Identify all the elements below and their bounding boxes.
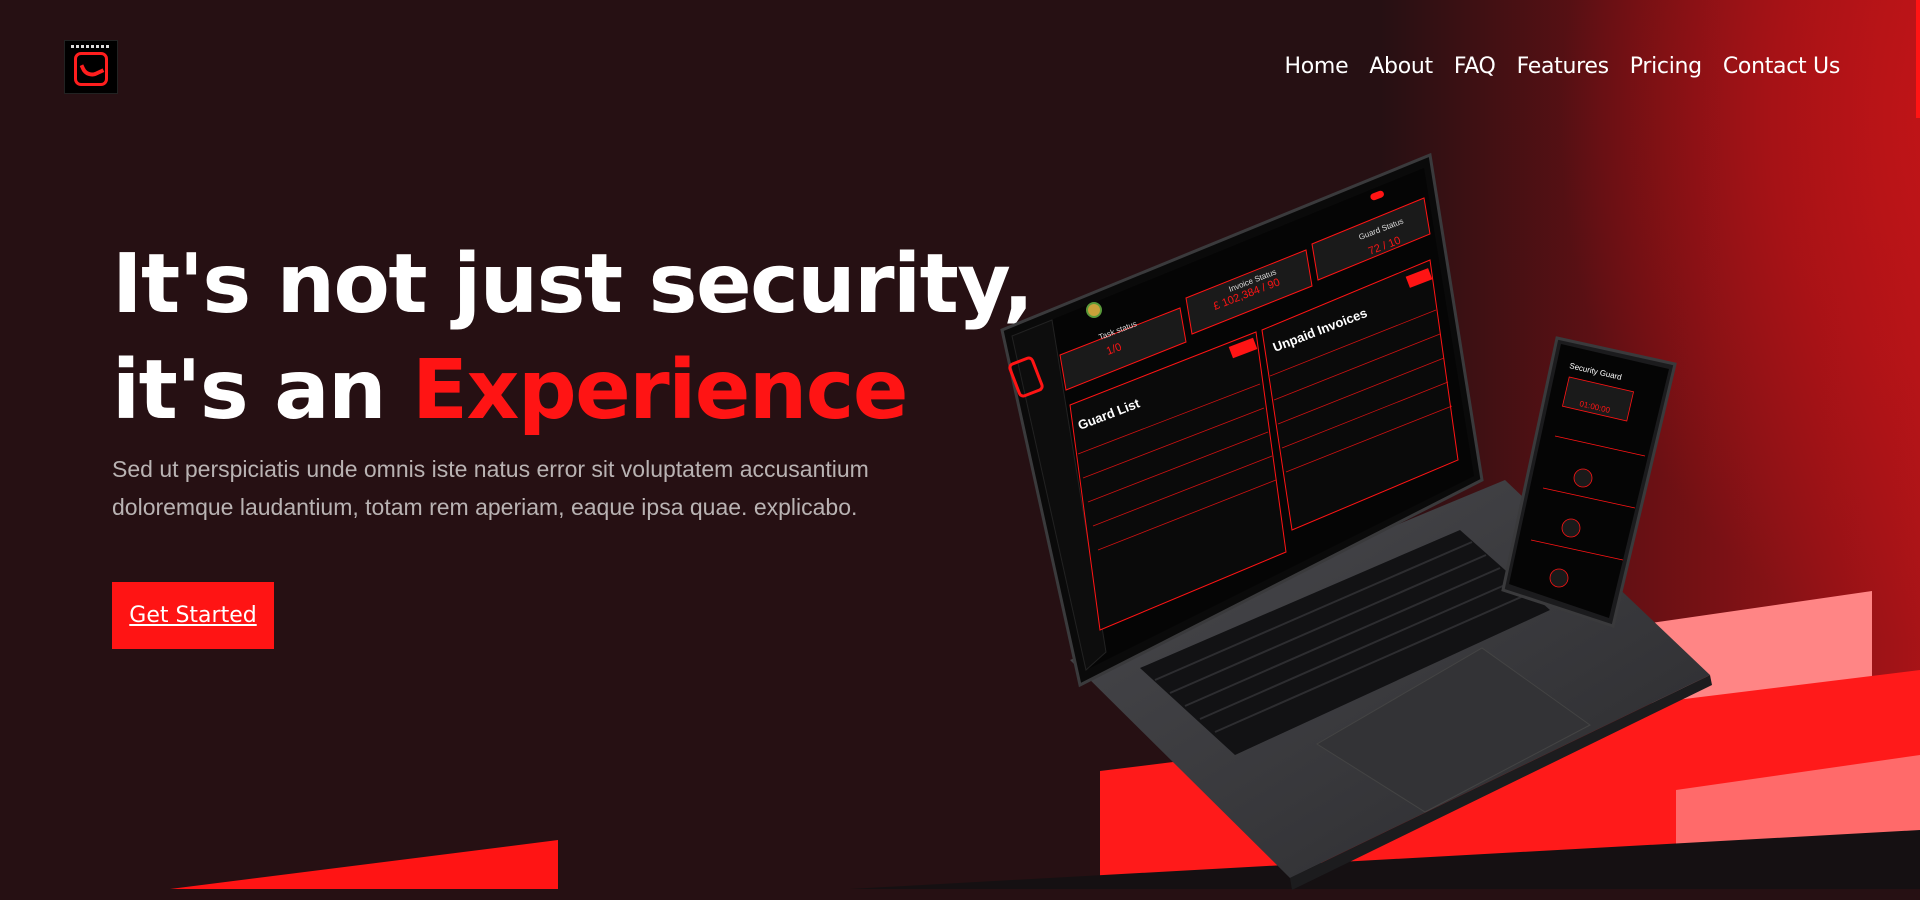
description-line-1: Sed ut perspiciatis unde omnis iste natu…: [112, 456, 869, 482]
nav-link-pricing[interactable]: Pricing: [1630, 53, 1702, 81]
logo-wordmark: [71, 45, 111, 48]
phone-job-circle-1: [1573, 468, 1593, 488]
nav-link-about[interactable]: About: [1369, 53, 1433, 81]
phone-job-circle-3: [1549, 568, 1569, 588]
stripe-red-bottom-left: [170, 840, 558, 889]
phone-job-circle-2: [1561, 518, 1581, 538]
headline-line-1: It's not just security,: [112, 237, 1034, 332]
screen-user-avatar: [1086, 302, 1102, 318]
phone-mockup: Security Guard 01:00:00: [1501, 336, 1677, 628]
nav-menu: Home About FAQ Features Pricing Contact …: [1285, 53, 1841, 81]
nav-link-contact-us[interactable]: Contact Us: [1723, 53, 1840, 81]
headline-line-2-prefix: it's an: [112, 343, 413, 438]
hero-description: Sed ut perspiciatis unde omnis iste natu…: [112, 450, 932, 526]
swift-icon: [74, 52, 108, 86]
hero-headline: It's not just security, it's an Experien…: [112, 232, 1034, 444]
headline-accent-word: Experience: [412, 343, 908, 438]
hero-section: It's not just security, it's an Experien…: [112, 232, 1034, 526]
nav-link-features[interactable]: Features: [1517, 53, 1610, 81]
nav-link-faq[interactable]: FAQ: [1454, 53, 1496, 81]
brand-logo[interactable]: [64, 40, 118, 94]
description-line-2: doloremque laudantium, totam rem aperiam…: [112, 494, 858, 520]
get-started-button[interactable]: Get Started: [112, 582, 274, 649]
nav-link-home[interactable]: Home: [1285, 53, 1349, 81]
top-navigation: Home About FAQ Features Pricing Contact …: [0, 40, 1920, 96]
